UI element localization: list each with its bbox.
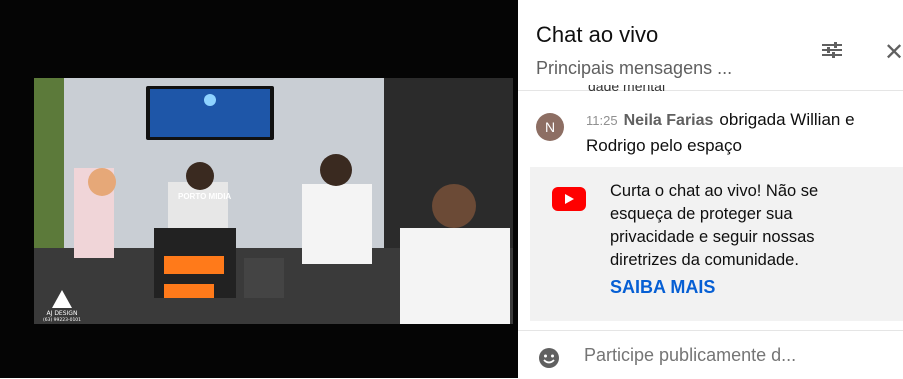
learn-more-link[interactable]: SAIBA MAIS bbox=[610, 277, 715, 298]
chat-header: Chat ao vivo Principais mensagens ... ✕ bbox=[518, 0, 903, 91]
aj-design-logo: AJ DESIGN (63) 99223-0101 bbox=[40, 288, 110, 322]
message-author[interactable]: Neila Farias bbox=[624, 112, 714, 129]
message-time: 11:25 bbox=[586, 113, 618, 128]
tv-screen-text: PORTO MIDIA bbox=[178, 192, 232, 201]
svg-text:AJ DESIGN: AJ DESIGN bbox=[47, 310, 78, 317]
chat-input-bar bbox=[518, 330, 903, 379]
chat-input[interactable] bbox=[584, 345, 884, 366]
message-body: 11:25 Neila Farias obrigada Willian e Rodr… bbox=[586, 107, 903, 158]
video-frame: PORTO MIDIA AJ DESIGN (63) 99223-0101 bbox=[34, 78, 513, 324]
close-icon[interactable]: ✕ bbox=[884, 38, 903, 67]
emoji-icon[interactable] bbox=[538, 347, 560, 369]
cut-off-message: dade mental bbox=[588, 85, 666, 93]
chat-title: Chat ao vivo bbox=[536, 22, 659, 47]
live-chat-panel: Chat ao vivo Principais mensagens ... ✕ … bbox=[518, 0, 903, 378]
video-player[interactable]: PORTO MIDIA AJ DESIGN (63) 99223-0101 bbox=[0, 0, 518, 378]
avatar[interactable]: N bbox=[536, 113, 564, 141]
filter-icon[interactable] bbox=[822, 42, 842, 58]
chat-mode-selector[interactable]: Principais mensagens ... bbox=[536, 58, 732, 79]
svg-text:(63) 99223-0101: (63) 99223-0101 bbox=[43, 317, 81, 322]
notice-text: Curta o chat ao vivo! Não se esqueça de … bbox=[610, 182, 819, 269]
youtube-icon bbox=[552, 187, 586, 211]
chat-notice: Curta o chat ao vivo! Não se esqueça de … bbox=[530, 167, 903, 321]
